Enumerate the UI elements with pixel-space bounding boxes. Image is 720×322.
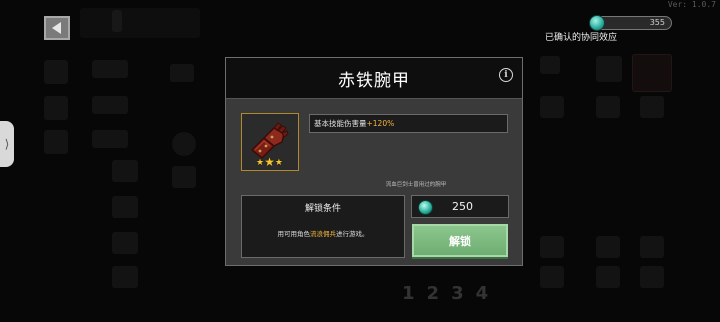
gem-icon bbox=[418, 200, 433, 215]
info-icon[interactable]: i bbox=[499, 68, 513, 82]
effect-description: 基本技能伤害量+120% bbox=[309, 114, 508, 133]
side-drawer-handle[interactable]: ⟩ bbox=[0, 121, 14, 167]
modal-header: 赤铁腕甲 i bbox=[226, 58, 522, 99]
effect-prefix: 基本技能伤害量 bbox=[314, 119, 367, 128]
back-button[interactable] bbox=[44, 16, 70, 40]
gem-counter: 355 bbox=[589, 15, 672, 31]
item-detail-modal: 赤铁腕甲 i ★ ★ ★ 基本技能伤害量+120% 流血巨剑士曾用过的腕甲 解锁… bbox=[225, 57, 523, 266]
unlock-button-label: 解锁 bbox=[449, 234, 471, 248]
back-arrow-icon bbox=[52, 22, 61, 34]
gem-icon bbox=[589, 15, 605, 31]
star-icon: ★ bbox=[274, 158, 283, 168]
effect-value: +120% bbox=[366, 119, 395, 128]
modal-title: 赤铁腕甲 bbox=[338, 70, 410, 91]
unlock-condition-desc: 用可用角色流浪佣兵进行游戏。 bbox=[242, 228, 404, 238]
star-icon: ★ bbox=[256, 158, 265, 168]
bg-page-numbers: 1 2 3 4 bbox=[402, 283, 488, 304]
unlock-condition-title: 解锁条件 bbox=[304, 204, 341, 214]
unlock-condition-panel: 解锁条件 用可用角色流浪佣兵进行游戏。 bbox=[241, 195, 405, 258]
bg-digit: 3 bbox=[451, 283, 464, 304]
chevron-right-icon: ⟩ bbox=[4, 137, 10, 151]
bg-digit: 4 bbox=[475, 283, 489, 304]
unlock-desc-prefix: 用可用角色 bbox=[277, 230, 311, 238]
unlock-button[interactable]: 解锁 bbox=[412, 224, 508, 257]
gem-count: 355 bbox=[649, 18, 665, 27]
item-icon-slot: ★ ★ ★ bbox=[241, 113, 299, 171]
version-label: Ver: 1.0.7 bbox=[667, 0, 716, 9]
unlock-desc-suffix: 进行游戏。 bbox=[336, 230, 369, 238]
bg-digit: 1 bbox=[402, 283, 415, 304]
rarity-stars: ★ ★ ★ bbox=[256, 156, 283, 168]
bg-digit: 2 bbox=[426, 283, 440, 304]
synergy-label[interactable]: 已确认的协同效应 bbox=[545, 30, 617, 43]
flavor-text: 流血巨剑士曾用过的腕甲 bbox=[385, 182, 447, 188]
price-value: 250 bbox=[452, 200, 473, 213]
unlock-character-name: 流浪佣兵 bbox=[310, 230, 336, 238]
price-display: 250 bbox=[411, 195, 509, 218]
star-icon: ★ bbox=[264, 155, 275, 169]
